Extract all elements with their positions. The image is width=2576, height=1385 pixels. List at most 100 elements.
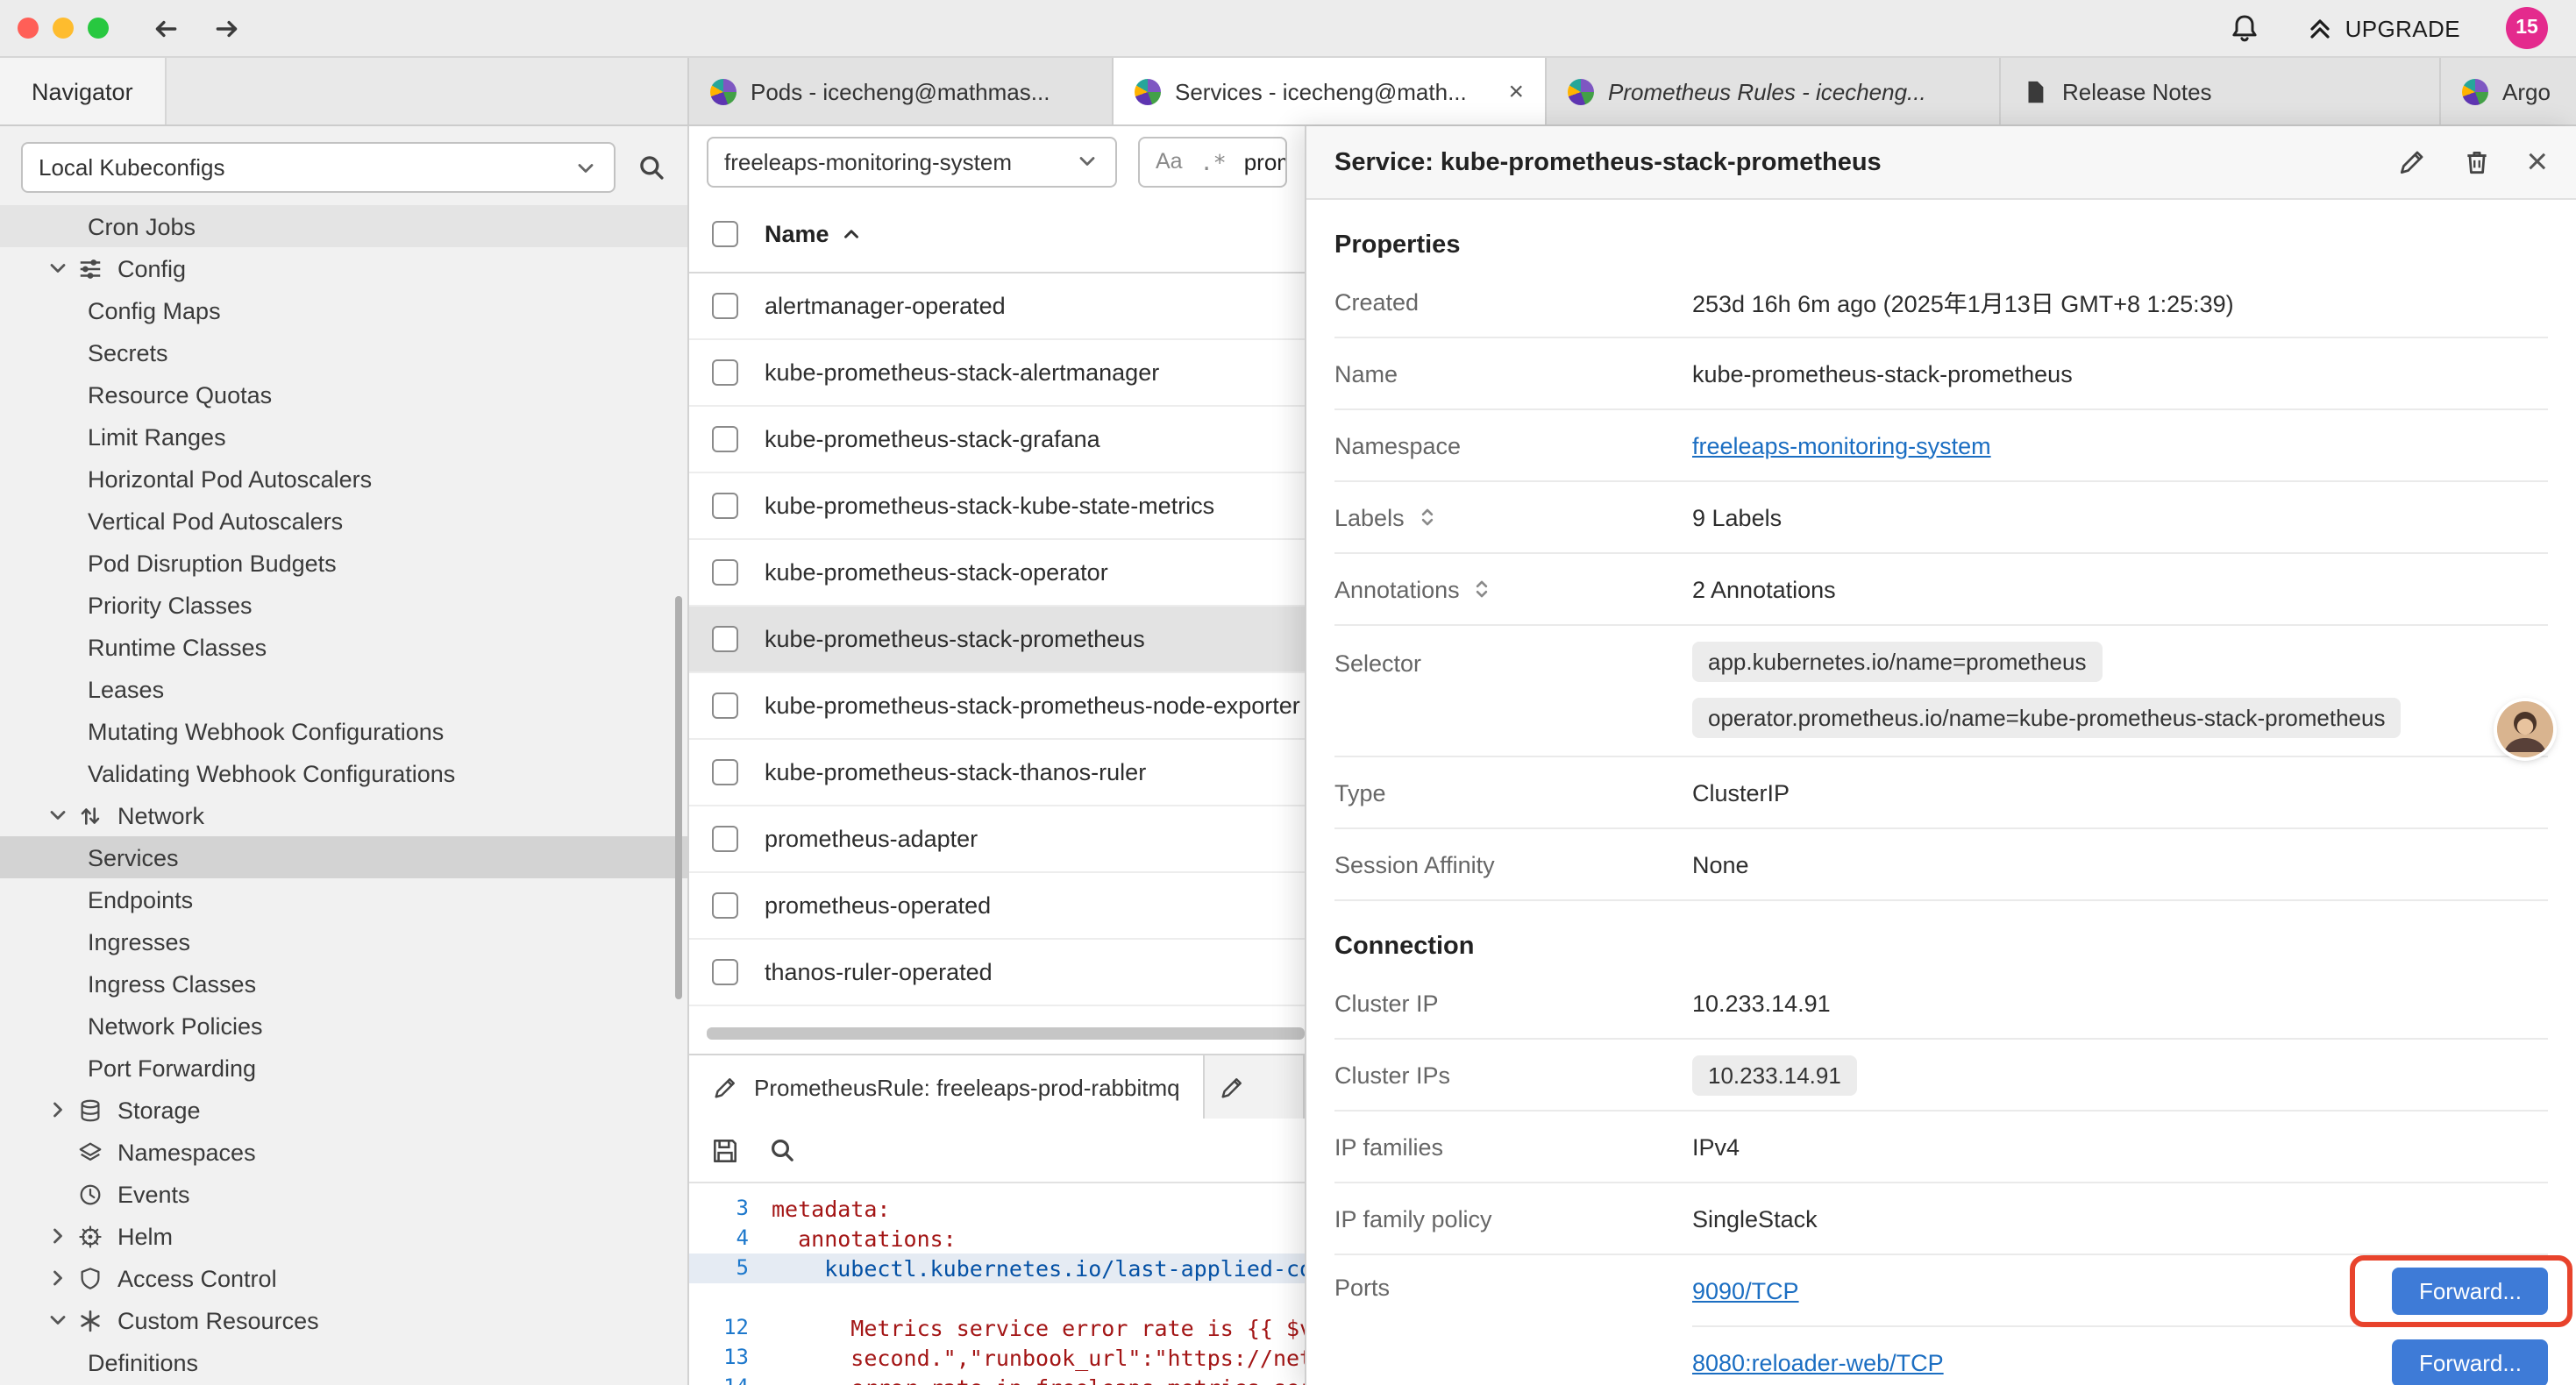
- zoom-window-button[interactable]: [88, 18, 109, 39]
- sidebar-item-config-maps[interactable]: Config Maps: [0, 289, 687, 331]
- unfold-annotations-icon[interactable]: [1470, 577, 1495, 601]
- table-row[interactable]: kube-prometheus-stack-thanos-ruler: [689, 740, 1305, 806]
- upgrade-button[interactable]: UPGRADE: [2307, 14, 2460, 42]
- select-all-checkbox[interactable]: [712, 221, 738, 247]
- kubeconfig-dropdown[interactable]: Local Kubeconfigs: [21, 142, 616, 193]
- sidebar-item-runtime-classes[interactable]: Runtime Classes: [0, 626, 687, 668]
- chevron-down-icon[interactable]: [46, 256, 72, 281]
- sidebar-item-secrets[interactable]: Secrets: [0, 331, 687, 373]
- delete-resource-icon[interactable]: [2461, 147, 2491, 177]
- namespace-link[interactable]: freeleaps-monitoring-system: [1692, 432, 1991, 458]
- sidebar-item-cron-jobs[interactable]: Cron Jobs: [0, 205, 687, 247]
- table-row[interactable]: kube-prometheus-stack-prometheus-node-ex…: [689, 673, 1305, 740]
- yaml-editor[interactable]: 3metadata: 4 annotations: 5 kubectl.kube…: [689, 1183, 1305, 1385]
- horizontal-scrollbar-thumb[interactable]: [707, 1027, 1305, 1040]
- namespace-filter-dropdown[interactable]: freeleaps-monitoring-system: [707, 136, 1117, 187]
- back-arrow-icon[interactable]: [151, 13, 181, 43]
- notification-count-badge[interactable]: 15: [2506, 7, 2548, 49]
- row-checkbox[interactable]: [712, 293, 738, 319]
- row-checkbox[interactable]: [712, 626, 738, 652]
- sidebar-item-horizontal-pod-autoscalers[interactable]: Horizontal Pod Autoscalers: [0, 458, 687, 500]
- port-link-9090[interactable]: 9090/TCP: [1692, 1277, 1799, 1303]
- tab-argo[interactable]: Argo S: [2441, 58, 2576, 124]
- chevron-down-icon[interactable]: [46, 803, 72, 827]
- dock-tab-prometheusrule[interactable]: PrometheusRule: freeleaps-prod-rabbitmq: [689, 1055, 1205, 1119]
- table-row[interactable]: alertmanager-operated: [689, 273, 1305, 340]
- sidebar-item-events[interactable]: Events: [0, 1173, 687, 1215]
- chevron-right-icon[interactable]: [46, 1097, 72, 1122]
- sidebar-item-resource-quotas[interactable]: Resource Quotas: [0, 373, 687, 416]
- sidebar-item-network-policies[interactable]: Network Policies: [0, 1005, 687, 1047]
- sidebar-item-vertical-pod-autoscalers[interactable]: Vertical Pod Autoscalers: [0, 500, 687, 542]
- forward-arrow-icon[interactable]: [212, 13, 242, 43]
- chevron-down-icon[interactable]: [46, 1308, 72, 1332]
- sidebar-item-port-forwarding[interactable]: Port Forwarding: [0, 1047, 687, 1089]
- sidebar-item-custom-resources[interactable]: Custom Resources: [0, 1299, 687, 1341]
- sidebar-item-ingress-classes[interactable]: Ingress Classes: [0, 962, 687, 1005]
- name-column-header[interactable]: Name: [765, 221, 863, 247]
- dock-tab-partial[interactable]: [1205, 1055, 1305, 1119]
- close-panel-icon[interactable]: ×: [2526, 144, 2548, 181]
- row-checkbox[interactable]: [712, 826, 738, 852]
- sidebar-item-helm[interactable]: Helm: [0, 1215, 687, 1257]
- tab-services[interactable]: Services - icecheng@math... ×: [1114, 58, 1547, 124]
- tab-pods[interactable]: Pods - icecheng@mathmas...: [689, 58, 1114, 124]
- sidebar-item-priority-classes[interactable]: Priority Classes: [0, 584, 687, 626]
- sidebar-item-services[interactable]: Services: [0, 836, 687, 878]
- row-checkbox[interactable]: [712, 426, 738, 452]
- forward-button-8080[interactable]: Forward...: [2393, 1339, 2548, 1385]
- table-row[interactable]: kube-prometheus-stack-kube-state-metrics: [689, 473, 1305, 540]
- regex-toggle[interactable]: .*: [1200, 148, 1227, 174]
- row-checkbox[interactable]: [712, 359, 738, 386]
- sidebar-item-access-control[interactable]: Access Control: [0, 1257, 687, 1299]
- tab-close-icon[interactable]: ×: [1508, 76, 1524, 106]
- sidebar-item-storage[interactable]: Storage: [0, 1089, 687, 1131]
- tab-prometheus-rules[interactable]: Prometheus Rules - icecheng...: [1547, 58, 2001, 124]
- list-search-input[interactable]: Aa .* prome: [1138, 136, 1287, 187]
- table-row-selected[interactable]: kube-prometheus-stack-prometheus: [689, 607, 1305, 673]
- forward-button-9090[interactable]: Forward...: [2393, 1267, 2548, 1314]
- list-filter-bar: freeleaps-monitoring-system Aa .* prome: [689, 126, 1305, 196]
- chevron-right-icon[interactable]: [46, 1224, 72, 1248]
- sidebar-item-leases[interactable]: Leases: [0, 668, 687, 710]
- table-row[interactable]: kube-prometheus-stack-grafana: [689, 407, 1305, 473]
- row-checkbox[interactable]: [712, 493, 738, 519]
- port-link-8080[interactable]: 8080:reloader-web/TCP: [1692, 1349, 1944, 1375]
- sidebar-item-definitions[interactable]: Definitions: [0, 1341, 687, 1383]
- sidebar-item-validating-webhook-configurations[interactable]: Validating Webhook Configurations: [0, 752, 687, 794]
- table-row[interactable]: kube-prometheus-stack-operator: [689, 540, 1305, 607]
- sidebar-item-pod-disruption-budgets[interactable]: Pod Disruption Budgets: [0, 542, 687, 584]
- sidebar-search-icon[interactable]: [637, 153, 666, 182]
- sidebar-item-config[interactable]: Config: [0, 247, 687, 289]
- unfold-labels-icon[interactable]: [1415, 505, 1440, 529]
- row-checkbox[interactable]: [712, 692, 738, 719]
- editor-search-icon[interactable]: [768, 1136, 796, 1164]
- sidebar-scrollbar[interactable]: [675, 596, 682, 999]
- navigator-header[interactable]: Navigator: [0, 58, 167, 124]
- table-row[interactable]: prometheus-adapter: [689, 806, 1305, 873]
- row-checkbox[interactable]: [712, 759, 738, 785]
- match-case-toggle[interactable]: Aa: [1156, 149, 1183, 174]
- horizontal-scrollbar[interactable]: [707, 1027, 1305, 1040]
- sidebar-item-ingresses[interactable]: Ingresses: [0, 920, 687, 962]
- save-icon[interactable]: [710, 1135, 740, 1165]
- sidebar-item-network[interactable]: Network: [0, 794, 687, 836]
- minimize-window-button[interactable]: [53, 18, 74, 39]
- row-checkbox[interactable]: [712, 892, 738, 919]
- chevron-right-icon[interactable]: [46, 1266, 72, 1290]
- sidebar-item-namespaces[interactable]: Namespaces: [0, 1131, 687, 1173]
- editor-line: 12 Metrics service error rate is {{ $va: [689, 1313, 1305, 1343]
- tab-release-notes[interactable]: Release Notes: [2001, 58, 2441, 124]
- sidebar-item-limit-ranges[interactable]: Limit Ranges: [0, 416, 687, 458]
- close-window-button[interactable]: [18, 18, 39, 39]
- notifications-bell-icon[interactable]: [2230, 12, 2261, 44]
- table-row[interactable]: thanos-ruler-operated: [689, 940, 1305, 1006]
- table-row[interactable]: kube-prometheus-stack-alertmanager: [689, 340, 1305, 407]
- user-avatar[interactable]: [2497, 701, 2553, 757]
- row-checkbox[interactable]: [712, 959, 738, 985]
- sidebar-item-endpoints[interactable]: Endpoints: [0, 878, 687, 920]
- sidebar-item-mutating-webhook-configurations[interactable]: Mutating Webhook Configurations: [0, 710, 687, 752]
- edit-resource-icon[interactable]: [2396, 147, 2426, 177]
- table-row[interactable]: prometheus-operated: [689, 873, 1305, 940]
- row-checkbox[interactable]: [712, 559, 738, 586]
